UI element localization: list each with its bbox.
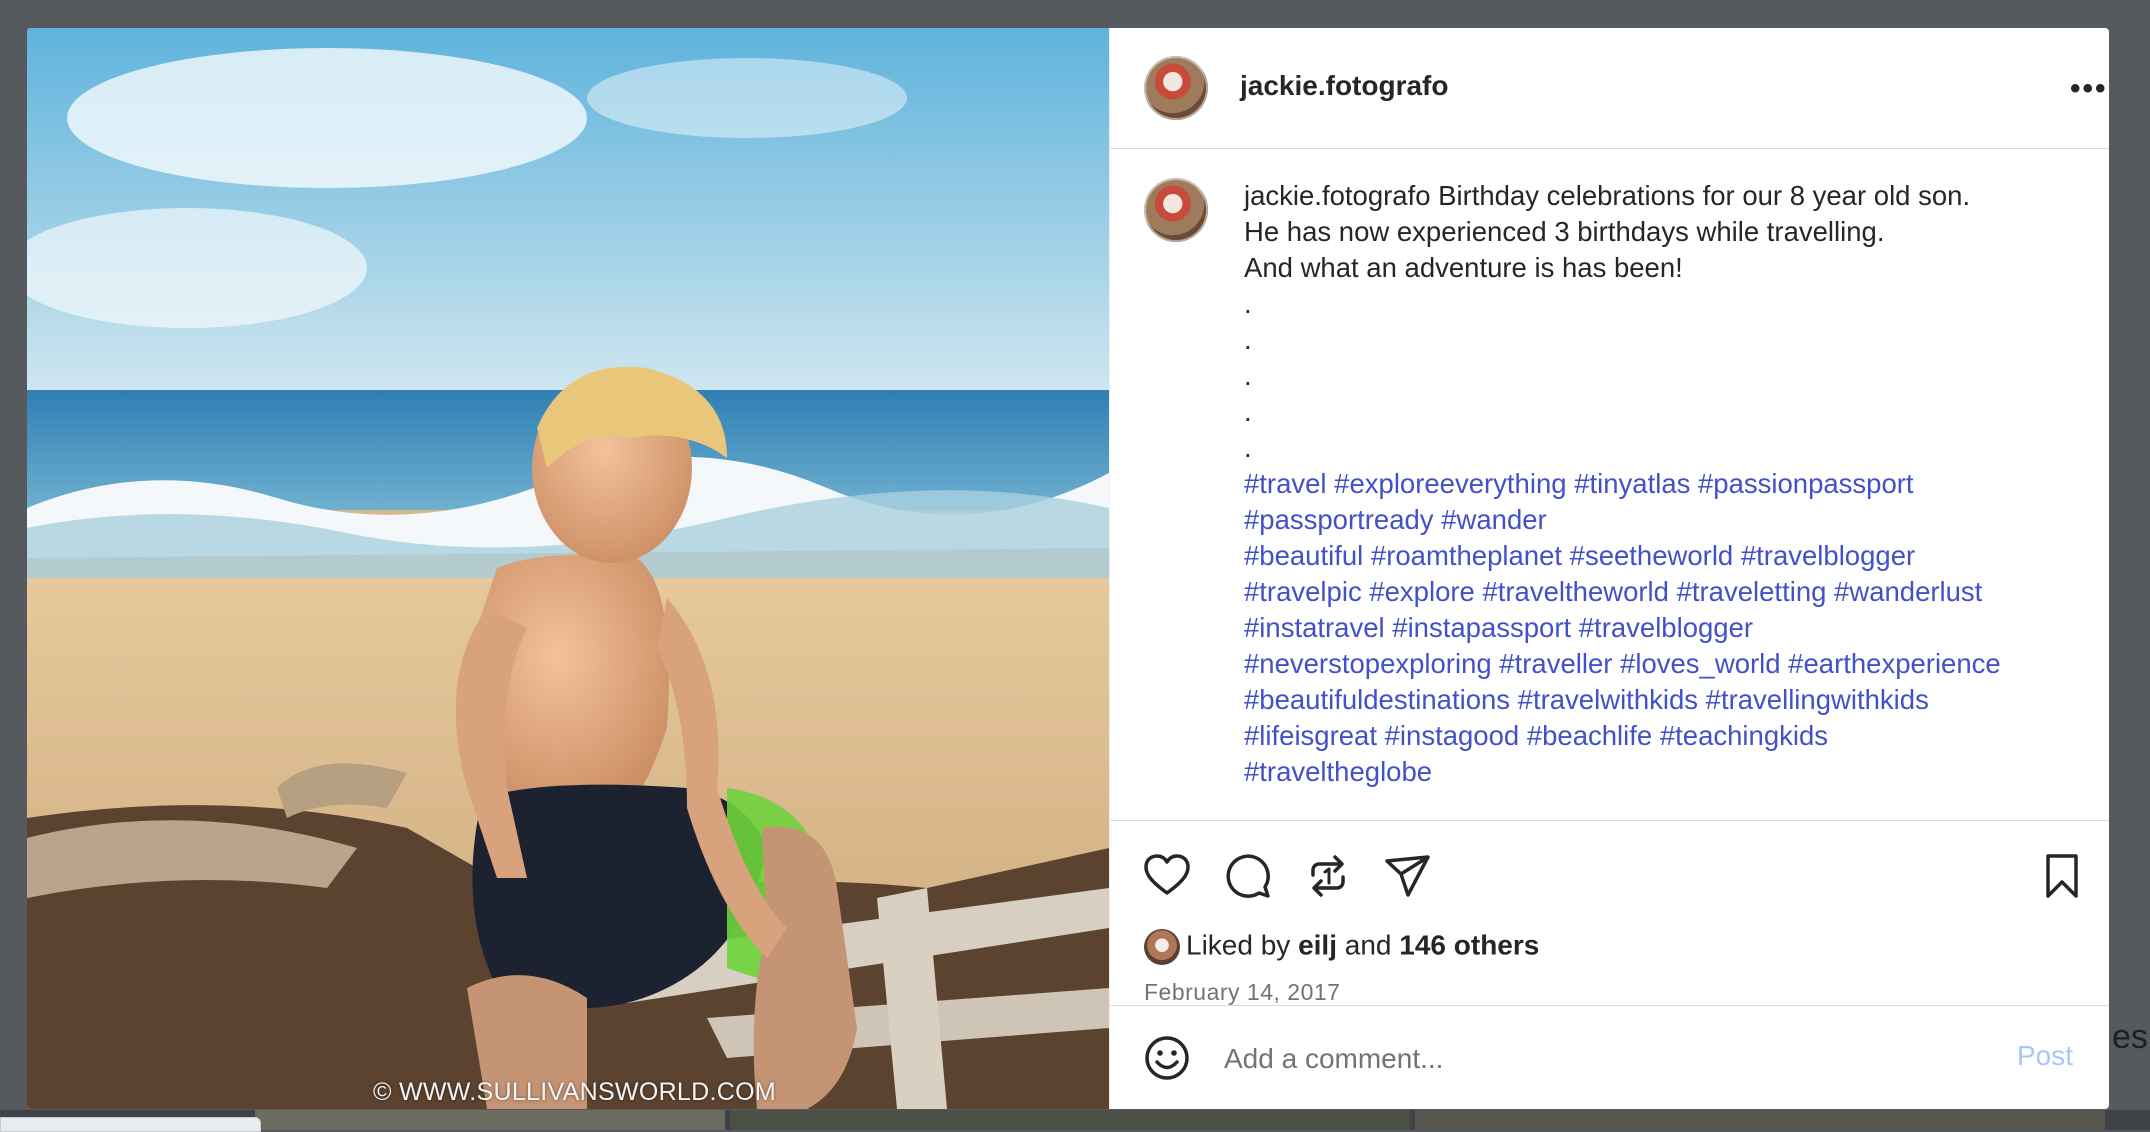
caption-author-avatar[interactable]	[1144, 178, 1208, 242]
comment-icon[interactable]	[1223, 851, 1273, 901]
likes-summary: Liked by eilj and 146 others	[1144, 929, 1539, 965]
liked-by-user[interactable]: eilj	[1298, 929, 1337, 960]
hashtag-line[interactable]: #lifeisgreat #instagood #beachlife #teac…	[1244, 718, 2074, 754]
caption-line: .	[1244, 288, 1252, 319]
caption-line: .	[1244, 324, 1252, 355]
more-options-icon[interactable]: •••	[2070, 72, 2108, 106]
liker-avatar	[1144, 929, 1180, 965]
comment-input[interactable]	[1222, 1038, 1926, 1080]
background-text: es	[2112, 1018, 2148, 1056]
caption-line: And what an adventure is has been!	[1244, 252, 1683, 283]
background-thumbnail	[730, 1110, 1410, 1130]
caption-username[interactable]: jackie.fotografo	[1244, 180, 1431, 211]
heart-icon[interactable]	[1142, 851, 1192, 901]
likes-and: and	[1344, 929, 1392, 961]
post-side-panel: jackie.fotografo ••• jackie.fotografo Bi…	[1109, 28, 2109, 1109]
caption-line: Birthday celebrations for our 8 year old…	[1438, 180, 1971, 211]
post-comment-button[interactable]: Post	[2017, 1040, 2073, 1072]
background-thumbnail	[1415, 1110, 2105, 1130]
hashtag-line[interactable]: #travel #exploreeverything #tinyatlas #p…	[1244, 466, 2074, 502]
caption-line: .	[1244, 360, 1252, 391]
post-caption-area: jackie.fotografo Birthday celebrations f…	[1110, 148, 2109, 820]
hashtag-line[interactable]: #instatravel #instapassport #travelblogg…	[1244, 610, 2074, 646]
likes-prefix: Liked by	[1186, 929, 1291, 961]
likes-others-link[interactable]: 146 others	[1399, 929, 1539, 960]
photo-watermark: © WWW.SULLIVANSWORLD.COM	[373, 1078, 776, 1106]
comment-bar: Post	[1110, 1005, 2109, 1109]
post-header: jackie.fotografo •••	[1110, 28, 2109, 149]
hashtag-line[interactable]: #passportready #wander	[1244, 502, 2074, 538]
hashtag-line[interactable]: #beautiful #roamtheplanet #seetheworld #…	[1244, 538, 2074, 574]
background-feed-strip	[0, 1110, 2150, 1130]
background-thumbnail	[255, 1110, 725, 1130]
author-username[interactable]: jackie.fotografo	[1240, 70, 1448, 102]
emoji-icon[interactable]	[1142, 1033, 1192, 1083]
post-modal: © WWW.SULLIVANSWORLD.COM jackie.fotograf…	[27, 28, 2109, 1109]
bookmark-icon[interactable]	[2037, 851, 2087, 901]
caption-line: .	[1244, 396, 1252, 427]
hashtag-line[interactable]: #traveltheglobe	[1244, 754, 2074, 790]
post-date[interactable]: February 14, 2017	[1144, 979, 1340, 1006]
caption-text: jackie.fotografo Birthday celebrations f…	[1244, 178, 2074, 790]
author-avatar[interactable]	[1144, 56, 1208, 120]
caption-line: He has now experienced 3 birthdays while…	[1244, 216, 1885, 247]
repost-icon[interactable]	[1303, 851, 1353, 901]
share-icon[interactable]	[1383, 851, 1433, 901]
hashtag-line[interactable]: #beautifuldestinations #travelwithkids #…	[1244, 682, 2074, 718]
post-photo: © WWW.SULLIVANSWORLD.COM	[27, 28, 1109, 1109]
hashtag-line[interactable]: #travelpic #explore #traveltheworld #tra…	[1244, 574, 2074, 610]
hashtag-line[interactable]: #neverstopexploring #traveller #loves_wo…	[1244, 646, 2074, 682]
caption-line: .	[1244, 432, 1252, 463]
